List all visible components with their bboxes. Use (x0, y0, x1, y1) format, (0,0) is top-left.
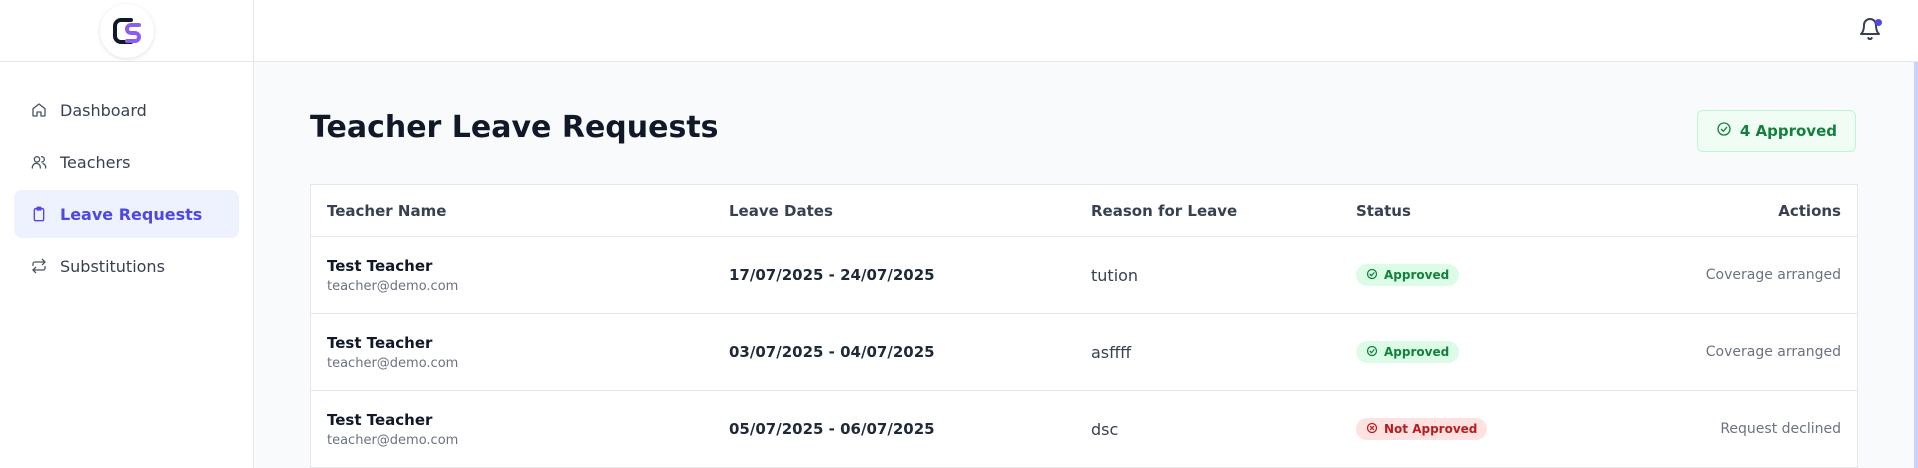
approved-summary-text: 4 Approved (1739, 122, 1837, 140)
leave-reason: tution (1091, 265, 1139, 285)
scrollbar[interactable] (1914, 62, 1918, 468)
header-status: Status (1356, 201, 1411, 220)
teacher-cell: Test Teacher teacher@demo.com (311, 334, 729, 371)
leave-reason: dsc (1091, 419, 1119, 439)
table-row: Test Teacher teacher@demo.com 05/07/2025… (311, 391, 1857, 468)
status-cell: Approved (1356, 341, 1586, 363)
leave-reason: asffff (1091, 342, 1132, 362)
teacher-name: Test Teacher (327, 333, 433, 352)
sidebar-item-teachers[interactable]: Teachers (14, 138, 239, 186)
teacher-email: teacher@demo.com (327, 432, 459, 448)
teacher-cell: Test Teacher teacher@demo.com (311, 257, 729, 294)
status-badge: Approved (1356, 341, 1460, 363)
page-title: Teacher Leave Requests (310, 110, 719, 145)
main-content: Teacher Leave Requests 4 Approved Teache… (254, 62, 1914, 468)
notification-dot (1875, 19, 1882, 26)
topbar (254, 0, 1918, 62)
approved-summary-badge: 4 Approved (1696, 110, 1856, 152)
sidebar-item-substitutions[interactable]: Substitutions (14, 242, 239, 290)
header-teacher-name: Teacher Name (327, 201, 447, 220)
teacher-name: Test Teacher (327, 410, 433, 429)
leave-dates: 17/07/2025 - 24/07/2025 (729, 266, 935, 284)
header-reason: Reason for Leave (1091, 201, 1238, 220)
status-label: Not Approved (1384, 422, 1478, 436)
action-note: Request declined (1720, 421, 1841, 437)
teacher-name: Test Teacher (327, 256, 433, 275)
check-circle-icon (1716, 121, 1732, 141)
header-leave-dates: Leave Dates (729, 201, 833, 220)
sidebar-item-leave-requests[interactable]: Leave Requests (14, 190, 239, 238)
clipboard-icon (30, 205, 48, 223)
check-circle-icon (1366, 268, 1378, 283)
sidebar: Dashboard Teachers Leave Requests Substi… (0, 0, 254, 468)
teacher-email: teacher@demo.com (327, 278, 459, 294)
bell-icon[interactable] (1858, 17, 1884, 43)
status-badge: Not Approved (1356, 418, 1488, 440)
teacher-email: teacher@demo.com (327, 355, 459, 371)
status-badge: Approved (1356, 264, 1460, 286)
action-note: Coverage arranged (1705, 267, 1841, 283)
check-circle-icon (1366, 345, 1378, 360)
leave-dates: 05/07/2025 - 06/07/2025 (729, 420, 935, 438)
action-note: Coverage arranged (1705, 344, 1841, 360)
table-row: Test Teacher teacher@demo.com 03/07/2025… (311, 314, 1857, 391)
status-cell: Approved (1356, 264, 1586, 286)
sidebar-item-label: Substitutions (60, 256, 165, 276)
status-label: Approved (1384, 268, 1450, 282)
status-label: Approved (1384, 345, 1450, 359)
sidebar-nav: Dashboard Teachers Leave Requests Substi… (0, 62, 253, 290)
sidebar-item-label: Leave Requests (60, 204, 203, 224)
header-actions: Actions (1778, 201, 1841, 220)
users-icon (30, 153, 48, 171)
sidebar-item-dashboard[interactable]: Dashboard (14, 86, 239, 134)
leave-dates: 03/07/2025 - 04/07/2025 (729, 343, 935, 361)
app-root: Dashboard Teachers Leave Requests Substi… (0, 0, 1918, 468)
teacher-cell: Test Teacher teacher@demo.com (311, 411, 729, 448)
home-icon (30, 101, 48, 119)
leave-requests-table: Teacher Name Leave Dates Reason for Leav… (310, 184, 1858, 468)
cs-logo-icon[interactable] (99, 3, 154, 58)
table-header: Teacher Name Leave Dates Reason for Leav… (311, 185, 1857, 237)
sidebar-item-label: Teachers (60, 152, 131, 172)
x-circle-icon (1366, 422, 1378, 437)
sidebar-item-label: Dashboard (60, 100, 147, 120)
table-row: Test Teacher teacher@demo.com 17/07/2025… (311, 237, 1857, 314)
status-cell: Not Approved (1356, 418, 1586, 440)
logo-area (0, 0, 253, 62)
repeat-icon (30, 257, 48, 275)
